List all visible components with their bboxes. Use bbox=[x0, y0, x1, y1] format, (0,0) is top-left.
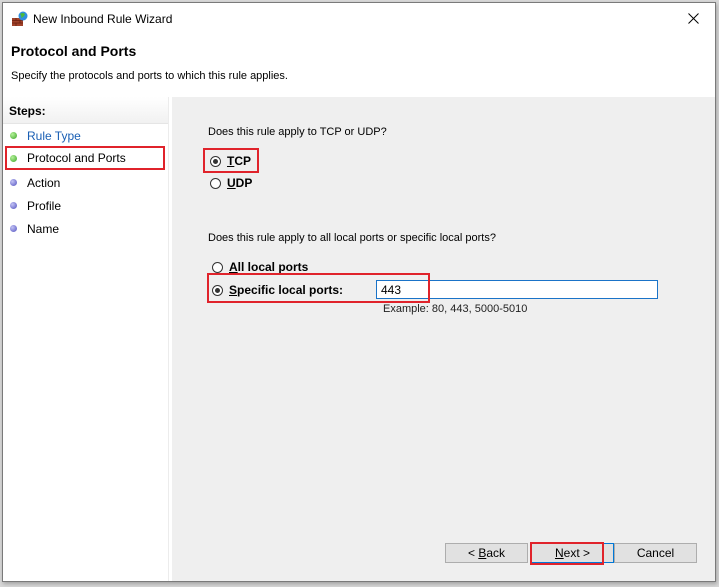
next-button[interactable]: Next > bbox=[531, 543, 614, 563]
wizard-window: New Inbound Rule Wizard Protocol and Por… bbox=[2, 2, 716, 582]
step-complete-icon bbox=[10, 132, 17, 139]
step-pending-icon bbox=[10, 179, 17, 186]
wizard-header: Protocol and Ports Specify the protocols… bbox=[3, 33, 715, 95]
all-local-ports-radio[interactable]: All local ports bbox=[212, 260, 308, 274]
step-pending-icon bbox=[10, 202, 17, 209]
page-title: Protocol and Ports bbox=[11, 43, 137, 59]
window-title: New Inbound Rule Wizard bbox=[33, 12, 173, 26]
step-complete-icon bbox=[10, 154, 17, 162]
step-protocol-and-ports: Protocol and Ports bbox=[5, 146, 165, 170]
steps-header: Steps: bbox=[3, 97, 168, 124]
ports-question: Does this rule apply to all local ports … bbox=[208, 232, 496, 244]
step-action: Action bbox=[5, 172, 165, 193]
ports-example: Example: 80, 443, 5000-5010 bbox=[383, 303, 528, 315]
back-button[interactable]: < Back bbox=[445, 543, 528, 563]
step-pending-icon bbox=[10, 225, 17, 232]
step-rule-type[interactable]: Rule Type bbox=[5, 125, 165, 146]
close-icon bbox=[687, 12, 699, 24]
title-bar: New Inbound Rule Wizard bbox=[3, 3, 715, 33]
step-name: Name bbox=[5, 218, 165, 239]
udp-radio[interactable]: UDP bbox=[210, 176, 252, 190]
specific-local-ports-radio[interactable]: Specific local ports: bbox=[212, 283, 343, 297]
step-label: Protocol and Ports bbox=[27, 151, 126, 165]
step-label: Name bbox=[27, 221, 60, 236]
steps-heading: Steps: bbox=[9, 104, 46, 118]
steps-panel: Steps: Rule Type Protocol and Ports Acti… bbox=[3, 97, 169, 581]
cancel-button[interactable]: Cancel bbox=[614, 543, 697, 563]
radio-unchecked-icon bbox=[212, 261, 223, 273]
step-label: Rule Type bbox=[27, 128, 81, 143]
step-profile: Profile bbox=[5, 195, 165, 216]
radio-unchecked-icon bbox=[210, 177, 221, 189]
radio-checked-icon bbox=[212, 284, 223, 296]
tcp-radio[interactable]: TCP bbox=[210, 154, 251, 168]
main-panel: Does this rule apply to TCP or UDP? TCP … bbox=[172, 97, 715, 581]
page-subtitle: Specify the protocols and ports to which… bbox=[11, 70, 288, 82]
step-label: Action bbox=[27, 175, 61, 190]
radio-checked-icon bbox=[210, 155, 221, 167]
wizard-content: Steps: Rule Type Protocol and Ports Acti… bbox=[3, 97, 715, 581]
specific-ports-input[interactable] bbox=[376, 280, 658, 299]
close-button[interactable] bbox=[671, 3, 715, 33]
protocol-question: Does this rule apply to TCP or UDP? bbox=[208, 126, 387, 138]
firewall-icon bbox=[12, 11, 28, 27]
step-label: Profile bbox=[27, 198, 62, 213]
